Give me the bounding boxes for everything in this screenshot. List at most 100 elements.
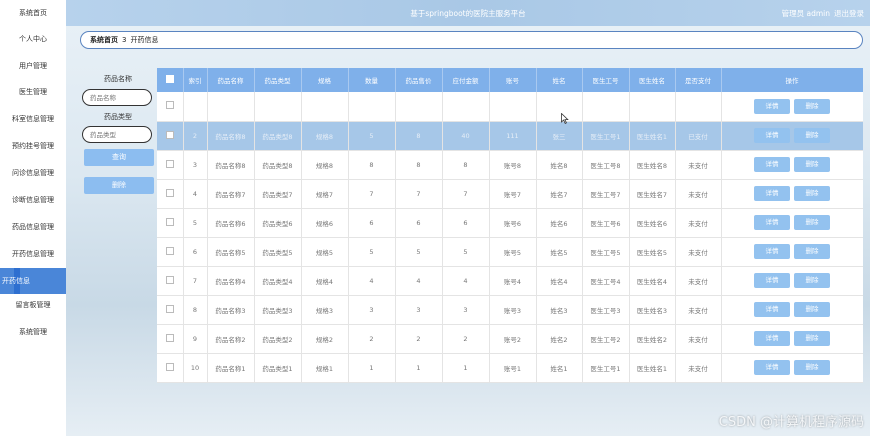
table-row[interactable]: 5 药品名称6 药品类型6 规格6 6 6 6 账号6 姓名6 医生工号6 医生姓名6 未支付 详情 删除: [157, 208, 863, 238]
row-select-cell: [157, 179, 184, 209]
table-cell: [254, 92, 302, 122]
row-checkbox[interactable]: [165, 275, 174, 284]
delete-button[interactable]: 删除: [794, 157, 830, 172]
sidebar-item-label: 个人中心: [19, 35, 47, 43]
table-cell: 医生工号3: [582, 295, 630, 325]
table-row[interactable]: 7 药品名称4 药品类型4 规格4 4 4 4 账号4 姓名4 医生工号4 医生姓名4 未支付 详情 删除: [157, 266, 863, 296]
table-cell: 规格1: [301, 353, 349, 383]
table-row[interactable]: 8 药品名称3 药品类型3 规格3 3 3 3 账号3 姓名3 医生工号3 医生姓名3 未支付 详情 删除: [157, 295, 863, 325]
table-cell: 9: [183, 324, 208, 354]
table-cell: 3: [183, 150, 208, 180]
sidebar-item[interactable]: 用户管理: [0, 53, 66, 79]
sidebar-item[interactable]: 个人中心: [0, 26, 66, 52]
row-checkbox[interactable]: [165, 362, 174, 371]
detail-button[interactable]: 详情: [754, 273, 790, 288]
table-row[interactable]: 6 药品名称5 药品类型5 规格5 5 5 5 账号5 姓名5 医生工号5 医生姓名5 未支付 详情 删除: [157, 237, 863, 267]
logout-link[interactable]: 退出登录: [834, 8, 864, 19]
table-cell: 2: [395, 324, 443, 354]
sidebar-item[interactable]: 留言板管理: [0, 292, 66, 318]
detail-button[interactable]: 详情: [754, 186, 790, 201]
delete-button[interactable]: 删除: [794, 273, 830, 288]
table-cell: 账号6: [489, 208, 537, 238]
sidebar-item[interactable]: 开药信息: [0, 268, 66, 294]
table-cell: 药品类型7: [254, 179, 302, 209]
delete-button[interactable]: 删除: [794, 360, 830, 375]
detail-button[interactable]: 详情: [754, 331, 790, 346]
sidebar-item[interactable]: 问诊信息管理: [0, 160, 66, 186]
table-cell: 2: [348, 324, 396, 354]
sidebar-item[interactable]: 医生管理: [0, 79, 66, 105]
column-header: 索引: [183, 68, 208, 92]
table-cell: [536, 92, 583, 122]
row-checkbox[interactable]: [165, 101, 174, 110]
row-actions: 详情 删除: [721, 295, 863, 325]
row-checkbox[interactable]: [165, 159, 174, 168]
detail-button[interactable]: 详情: [754, 302, 790, 317]
sidebar-item[interactable]: 系统首页: [0, 0, 66, 26]
sidebar-item[interactable]: 预约挂号管理: [0, 133, 66, 159]
table-cell: 5: [183, 208, 208, 238]
detail-button[interactable]: 详情: [754, 360, 790, 375]
sidebar-item-label: 问诊信息管理: [12, 169, 54, 177]
detail-button[interactable]: 详情: [754, 98, 790, 114]
table-cell: 规格3: [301, 295, 349, 325]
table-cell: 账号2: [489, 324, 537, 354]
table-cell: 医生工号5: [582, 237, 630, 267]
row-actions: 详情 删除: [721, 353, 863, 383]
row-checkbox[interactable]: [165, 130, 174, 139]
delete-button[interactable]: 删除: [794, 215, 830, 230]
table-row[interactable]: 2 药品名称8 药品类型8 规格8 5 8 40 111 张三 医生工号1 医生姓名1 已支付 详情 删除: [157, 121, 863, 151]
query-button[interactable]: 查询: [84, 149, 154, 166]
sidebar-item[interactable]: 开药信息管理: [0, 241, 66, 267]
table-cell: 药品类型8: [254, 121, 302, 151]
breadcrumb-home[interactable]: 系统首页: [90, 35, 118, 45]
delete-button[interactable]: 删除: [794, 128, 830, 143]
table-cell: 规格6: [301, 208, 349, 238]
delete-button[interactable]: 删除: [794, 186, 830, 201]
detail-button[interactable]: 详情: [754, 157, 790, 172]
drug-type-input[interactable]: [82, 126, 152, 143]
table-cell: 医生姓名6: [629, 208, 676, 238]
detail-button[interactable]: 详情: [754, 244, 790, 259]
table-cell: 规格8: [301, 150, 349, 180]
delete-button[interactable]: 删除: [794, 244, 830, 259]
table-header-row: 索引 药品名称 药品类型 规格 数量 药品售价 应付金额 账号 姓名 医生工号 医生姓名 是否支付 操作: [157, 68, 863, 92]
sidebar-item[interactable]: 药品信息管理: [0, 214, 66, 240]
table-cell: 6: [348, 208, 396, 238]
table-cell: 未支付: [675, 324, 722, 354]
table-cell: 1: [442, 353, 490, 383]
table-row[interactable]: 3 药品名称8 药品类型8 规格8 8 8 8 账号8 姓名8 医生工号8 医生姓名8 未支付 详情 删除: [157, 150, 863, 180]
table-cell: 3: [442, 295, 490, 325]
batch-delete-button[interactable]: 删除: [84, 177, 154, 194]
table-row[interactable]: 10 药品名称1 药品类型1 规格1 1 1 1 账号1 姓名1 医生工号1 医生姓名1 未支付 详情删…: [157, 353, 863, 383]
row-checkbox[interactable]: [165, 246, 174, 255]
drug-name-input[interactable]: [82, 89, 152, 106]
sidebar-item[interactable]: 系统管理: [0, 319, 66, 345]
table-cell: 药品名称4: [207, 266, 255, 296]
row-checkbox[interactable]: [165, 217, 174, 226]
row-select-cell: [157, 266, 184, 296]
table-cell: 医生工号2: [582, 324, 630, 354]
table-row[interactable]: 4 药品名称7 药品类型7 规格7 7 7 7 账号7 姓名7 医生工号7 医生姓名7 未支付 详情 删除: [157, 179, 863, 209]
row-checkbox[interactable]: [165, 188, 174, 197]
table-cell: 7: [442, 179, 490, 209]
detail-button[interactable]: 详情: [754, 128, 790, 143]
row-select-cell: [157, 324, 184, 354]
row-checkbox[interactable]: [165, 304, 174, 313]
row-checkbox[interactable]: [165, 333, 174, 342]
row-actions: 详情 删除: [721, 324, 863, 354]
row-actions: 详情 删除: [721, 121, 863, 151]
site-title: 基于springboot的医院主服务平台: [410, 9, 526, 18]
table-row[interactable]: 详情 删除: [157, 92, 863, 122]
detail-button[interactable]: 详情: [754, 215, 790, 230]
delete-button[interactable]: 删除: [794, 331, 830, 346]
select-all-checkbox[interactable]: [165, 75, 174, 83]
table-row[interactable]: 9 药品名称2 药品类型2 规格2 2 2 2 账号2 姓名2 医生工号2 医生姓名2 未支付 详情 删除: [157, 324, 863, 354]
table-cell: [489, 92, 537, 122]
sidebar-item[interactable]: 科室信息管理: [0, 106, 66, 132]
delete-button[interactable]: 删除: [794, 98, 830, 114]
sidebar-item[interactable]: 诊断信息管理: [0, 187, 66, 213]
table-cell: 医生姓名1: [629, 353, 676, 383]
row-actions: 详情 删除: [721, 237, 863, 267]
delete-button[interactable]: 删除: [794, 302, 830, 317]
